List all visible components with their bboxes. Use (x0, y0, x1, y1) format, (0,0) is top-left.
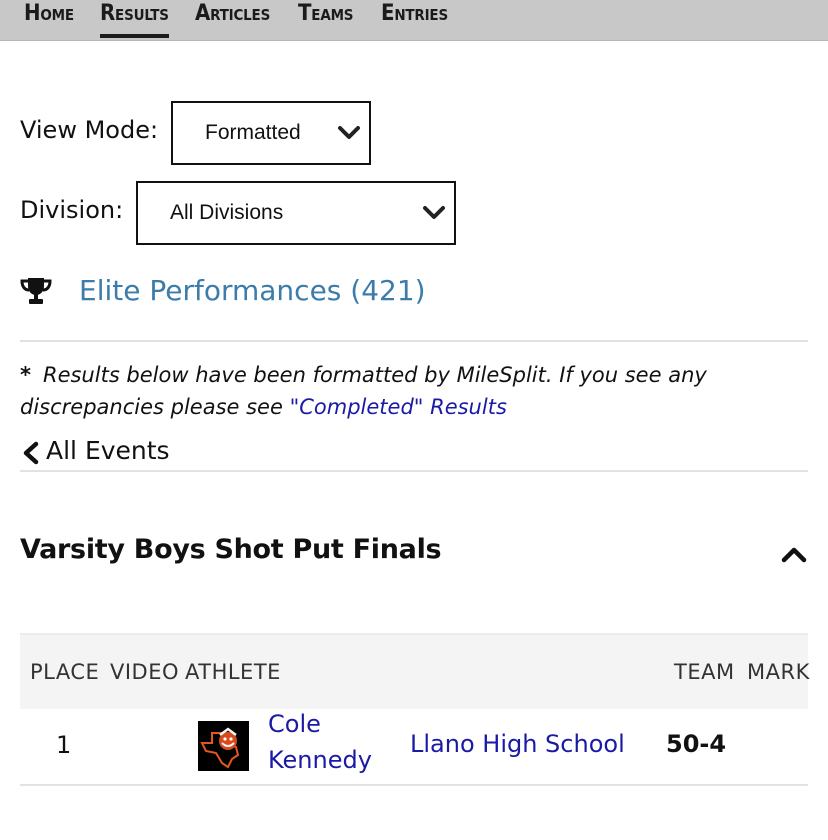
team-name-link[interactable]: Llano High School (410, 730, 625, 758)
athlete-first-name[interactable]: Cole (268, 710, 321, 738)
format-note: * Results below have been formatted by Mi… (20, 359, 810, 423)
trophy-icon (20, 278, 52, 304)
athlete-last-name[interactable]: Kennedy (268, 746, 372, 774)
chevron-left-icon (23, 441, 39, 465)
team-logo[interactable] (198, 721, 249, 771)
note-asterisk: * (20, 363, 31, 387)
row-place: 1 (56, 731, 72, 759)
all-events-label: All Events (46, 436, 170, 465)
row-mark: 50-4 (666, 730, 727, 758)
nav-teams[interactable]: Teams (298, 0, 354, 41)
divider (20, 340, 808, 342)
nav-entries[interactable]: Entries (381, 0, 448, 41)
view-mode-label: View Mode: (20, 116, 159, 144)
view-mode-select[interactable]: Formatted (171, 101, 371, 165)
chevron-down-icon (338, 126, 360, 139)
col-athlete: ATHLETE (185, 660, 281, 684)
elite-performances-link[interactable]: Elite Performances (421) (79, 274, 426, 307)
col-place: PLACE (30, 660, 100, 684)
top-nav: Home Results Articles Teams Entries (0, 0, 828, 41)
division-select[interactable]: All Divisions (136, 181, 456, 245)
nav-results[interactable]: Results (100, 0, 169, 41)
divider (20, 470, 808, 472)
col-team: TEAM (674, 660, 735, 684)
nav-articles[interactable]: Articles (195, 0, 270, 41)
view-mode-value: Formatted (205, 121, 301, 144)
division-value: All Divisions (170, 201, 284, 224)
chevron-up-icon[interactable] (780, 544, 808, 564)
chevron-down-icon (423, 206, 445, 219)
nav-home[interactable]: Home (24, 0, 74, 41)
event-title: Varsity Boys Shot Put Finals (20, 534, 442, 565)
col-mark: MARK (747, 660, 810, 684)
completed-results-link[interactable]: "Completed" Results (290, 395, 507, 419)
table-row: 1 Cole Kennedy Llano High School 50-4 (20, 709, 808, 786)
col-video: VIDEO (110, 660, 180, 684)
division-label: Division: (20, 196, 124, 224)
results-table-header: PLACE VIDEO ATHLETE TEAM MARK (20, 633, 810, 709)
